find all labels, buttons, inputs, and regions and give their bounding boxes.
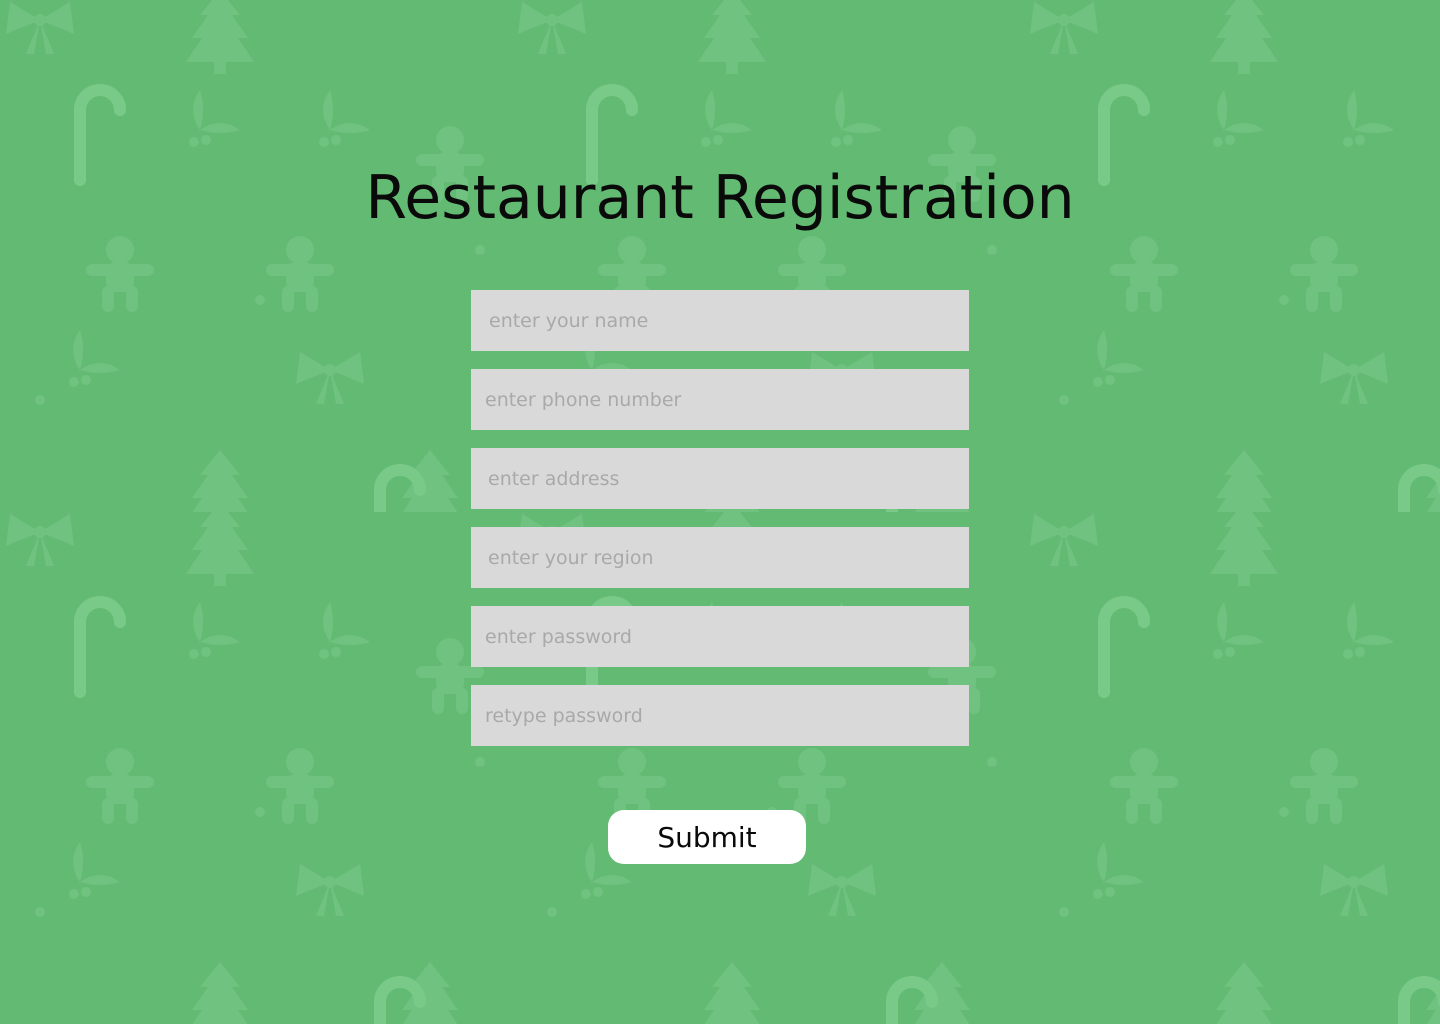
festive-background-pattern (0, 0, 1440, 1024)
password-input[interactable] (471, 606, 969, 667)
retype-password-input[interactable] (471, 685, 969, 746)
phone-input[interactable] (471, 369, 969, 430)
submit-button[interactable]: Submit (608, 810, 806, 864)
name-input[interactable] (471, 290, 969, 351)
page-title: Restaurant Registration (365, 163, 1075, 233)
region-input[interactable] (471, 527, 969, 588)
address-input[interactable] (471, 448, 969, 509)
